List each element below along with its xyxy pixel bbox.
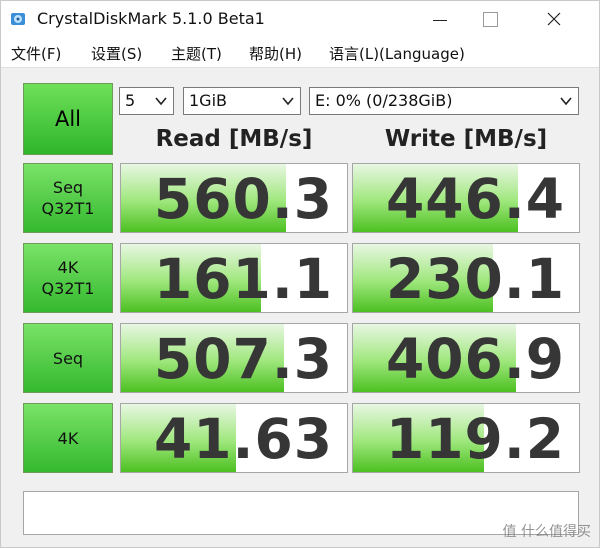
write-value: 446.4 [386, 167, 565, 231]
menu-language[interactable]: 语言(L)(Language) [329, 43, 465, 64]
row-label-line1: Seq [52, 178, 84, 197]
test-count-select[interactable]: 5 [119, 87, 174, 115]
comment-input[interactable] [23, 491, 579, 535]
close-button[interactable] [531, 1, 577, 37]
menu-help[interactable]: 帮助(H) [249, 43, 302, 64]
disk-app-icon [11, 13, 25, 25]
minimize-button[interactable] [417, 1, 463, 37]
seq-q32t1-button[interactable]: Seq Q32T1 [23, 163, 113, 233]
all-button[interactable]: All [23, 83, 113, 155]
row-label-line1: 4K [57, 428, 79, 448]
menu-bar: 文件(F) 设置(S) 主题(T) 帮助(H) 语言(L)(Language) [1, 37, 599, 68]
drive-value: E: 0% (0/238GiB) [315, 91, 453, 110]
row-label-line2: Q32T1 [41, 199, 95, 218]
test-size-select[interactable]: 1GiB [183, 87, 301, 115]
maximize-icon [482, 11, 498, 27]
read-value: 41.63 [154, 407, 333, 471]
seq-button[interactable]: Seq [23, 323, 113, 393]
app-window: CrystalDiskMark 5.1.0 Beta1 文件(F) 设置(S) … [0, 0, 600, 548]
4k-q32t1-write-cell: 230.1 [352, 243, 580, 313]
4k-write-cell: 119.2 [352, 403, 580, 473]
seq-read-cell: 507.3 [120, 323, 348, 393]
menu-settings[interactable]: 设置(S) [91, 43, 142, 64]
title-bar: CrystalDiskMark 5.1.0 Beta1 [1, 1, 599, 37]
menu-theme[interactable]: 主题(T) [171, 43, 222, 64]
4k-read-cell: 41.63 [120, 403, 348, 473]
window-title: CrystalDiskMark 5.1.0 Beta1 [37, 9, 265, 28]
row-label-line1: 4K [57, 258, 79, 277]
read-value: 560.3 [154, 167, 333, 231]
test-count-value: 5 [125, 91, 136, 110]
read-value: 161.1 [154, 247, 333, 311]
watermark-logo: 值 什么值得买 [502, 524, 591, 540]
chevron-down-icon [560, 97, 572, 106]
4k-button[interactable]: 4K [23, 403, 113, 473]
row-label-line2: Q32T1 [41, 279, 95, 298]
chevron-down-icon [155, 97, 167, 106]
write-header: Write [MB/s] [384, 126, 548, 152]
seq-q32t1-write-cell: 446.4 [352, 163, 580, 233]
write-value: 119.2 [386, 407, 565, 471]
drive-select[interactable]: E: 0% (0/238GiB) [309, 87, 579, 115]
menu-file[interactable]: 文件(F) [11, 43, 61, 64]
4k-q32t1-read-cell: 161.1 [120, 243, 348, 313]
write-value: 230.1 [386, 247, 565, 311]
maximize-button[interactable] [467, 1, 513, 37]
write-value: 406.9 [386, 327, 565, 391]
4k-q32t1-button[interactable]: 4K Q32T1 [23, 243, 113, 313]
read-value: 507.3 [154, 327, 333, 391]
read-header: Read [MB/s] [155, 126, 313, 152]
seq-write-cell: 406.9 [352, 323, 580, 393]
minimize-icon [433, 19, 447, 21]
row-label-line1: Seq [52, 348, 84, 368]
seq-q32t1-read-cell: 560.3 [120, 163, 348, 233]
chevron-down-icon [282, 97, 294, 106]
close-icon [547, 12, 561, 26]
test-size-value: 1GiB [189, 91, 227, 110]
